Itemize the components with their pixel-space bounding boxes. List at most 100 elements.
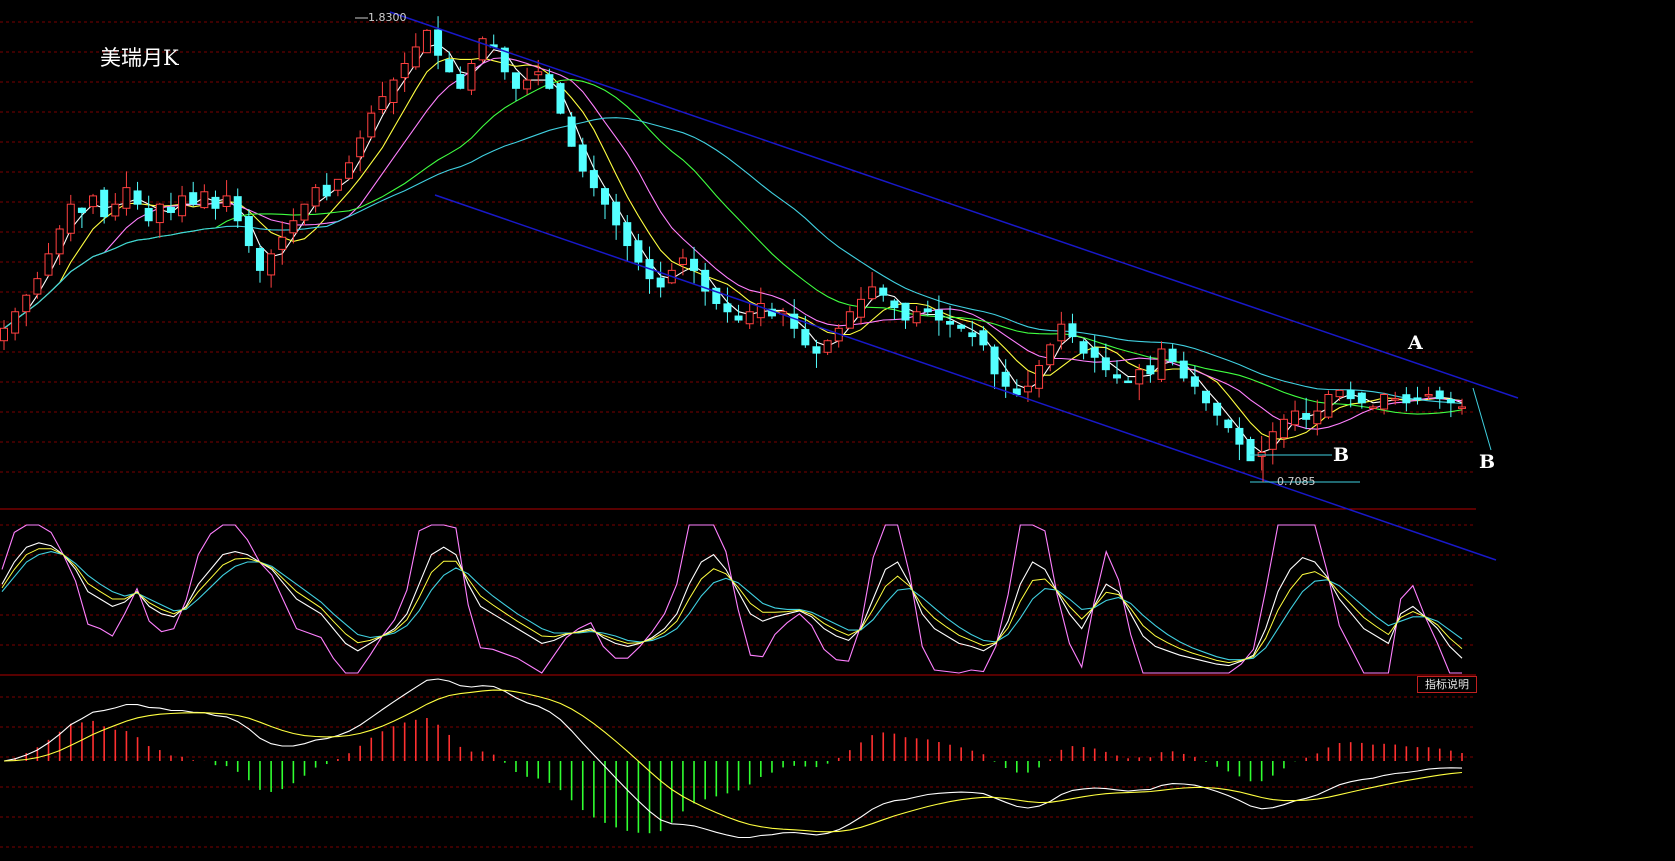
candle-down <box>1146 365 1155 375</box>
annotation-b-target: B <box>1479 451 1496 473</box>
candle-down <box>589 170 598 189</box>
candle-down <box>1079 341 1088 354</box>
candle-down <box>790 313 799 329</box>
candle-up <box>11 311 20 334</box>
candle-up <box>1046 344 1055 366</box>
indicator-help-button[interactable]: 指标说明 <box>1417 676 1477 693</box>
candle-down <box>690 258 699 271</box>
price-high-label: 1.8300 <box>368 11 407 24</box>
candle-down <box>812 346 821 354</box>
candle-up <box>178 195 187 217</box>
candle-up <box>356 137 365 158</box>
candle-down <box>946 320 955 325</box>
candle-up <box>845 311 854 329</box>
candle-up <box>200 191 209 209</box>
candle-up <box>222 195 231 207</box>
candle-down <box>1124 380 1133 384</box>
candle-down <box>556 83 565 114</box>
candle-down <box>734 315 743 321</box>
candle-up <box>1458 406 1466 409</box>
candle-up <box>311 187 320 207</box>
candle-down <box>656 277 665 288</box>
candle-up <box>300 203 309 221</box>
candle-up <box>389 79 398 104</box>
candle-down <box>1179 360 1188 379</box>
candle-up <box>289 220 298 234</box>
candle-down <box>166 206 175 213</box>
candle-up <box>411 46 420 68</box>
candle-down <box>445 59 454 73</box>
candle-down <box>801 329 810 346</box>
candle-down <box>255 247 264 271</box>
candle-up <box>1023 385 1032 393</box>
candle-down <box>1357 392 1366 404</box>
candle-down <box>322 184 331 197</box>
candle-down <box>456 74 465 89</box>
candle-down <box>434 29 443 56</box>
candle-down <box>1435 390 1444 400</box>
candle-up <box>400 63 409 79</box>
candle-up <box>367 112 376 138</box>
channel-lower-line <box>434 194 1497 561</box>
candle-up <box>333 178 342 191</box>
kdj-k-line <box>1 542 1463 667</box>
candle-up <box>745 311 754 325</box>
candle-up <box>1291 410 1300 426</box>
candle-down <box>601 188 610 205</box>
annotation-a: A <box>1408 332 1423 354</box>
candle-up <box>0 327 8 342</box>
candle-up <box>111 203 120 217</box>
candle-down <box>1101 357 1110 371</box>
candle-up <box>33 278 42 295</box>
candle-up <box>678 257 687 266</box>
candle-up <box>1380 393 1389 410</box>
candle-up <box>1391 398 1400 401</box>
candle-down <box>1068 323 1077 338</box>
candle-up <box>523 79 532 90</box>
candle-down <box>211 196 220 209</box>
price-low-label: 0.7085 <box>1277 475 1316 488</box>
candle-up <box>912 311 921 324</box>
candle-down <box>1224 419 1233 429</box>
candle-up <box>467 63 476 91</box>
candle-down <box>233 196 242 222</box>
candle-up <box>868 286 877 300</box>
kdj-j-line <box>1 524 1462 674</box>
candle-up <box>1324 393 1333 418</box>
candle-up <box>345 162 354 179</box>
candle-up <box>55 228 64 255</box>
candle-up <box>1135 369 1144 385</box>
candle-down <box>144 207 153 222</box>
candle-up <box>1057 323 1066 342</box>
candle-down <box>1001 371 1010 387</box>
candle-down <box>1202 390 1211 404</box>
candle-up <box>534 71 543 76</box>
candle-up <box>1157 348 1166 380</box>
candle-down <box>1168 348 1177 362</box>
candle-down <box>923 308 932 313</box>
candle-down <box>189 192 198 205</box>
projection-line <box>1472 387 1492 451</box>
candle-down <box>879 287 888 296</box>
candle-down <box>1302 413 1311 420</box>
candle-up <box>278 236 287 250</box>
candle-up <box>1257 451 1266 457</box>
candle-up <box>1268 431 1277 450</box>
candle-up <box>1313 410 1322 425</box>
kdj-mid-line <box>1 548 1463 664</box>
candle-up <box>267 253 276 276</box>
candle-down <box>890 300 899 309</box>
candle-down <box>100 189 109 218</box>
candle-up <box>856 298 865 318</box>
candle-up <box>1424 393 1433 397</box>
ma-cyan-line <box>3 117 1463 405</box>
candlestick-chart <box>0 11 1519 848</box>
candle-down <box>511 72 520 89</box>
candle-down <box>901 302 910 321</box>
candle-up <box>89 195 98 208</box>
candle-down <box>968 332 977 338</box>
candle-up <box>1368 406 1377 409</box>
candle-down <box>623 222 632 247</box>
candle-up <box>122 187 131 209</box>
candle-up <box>44 253 53 276</box>
